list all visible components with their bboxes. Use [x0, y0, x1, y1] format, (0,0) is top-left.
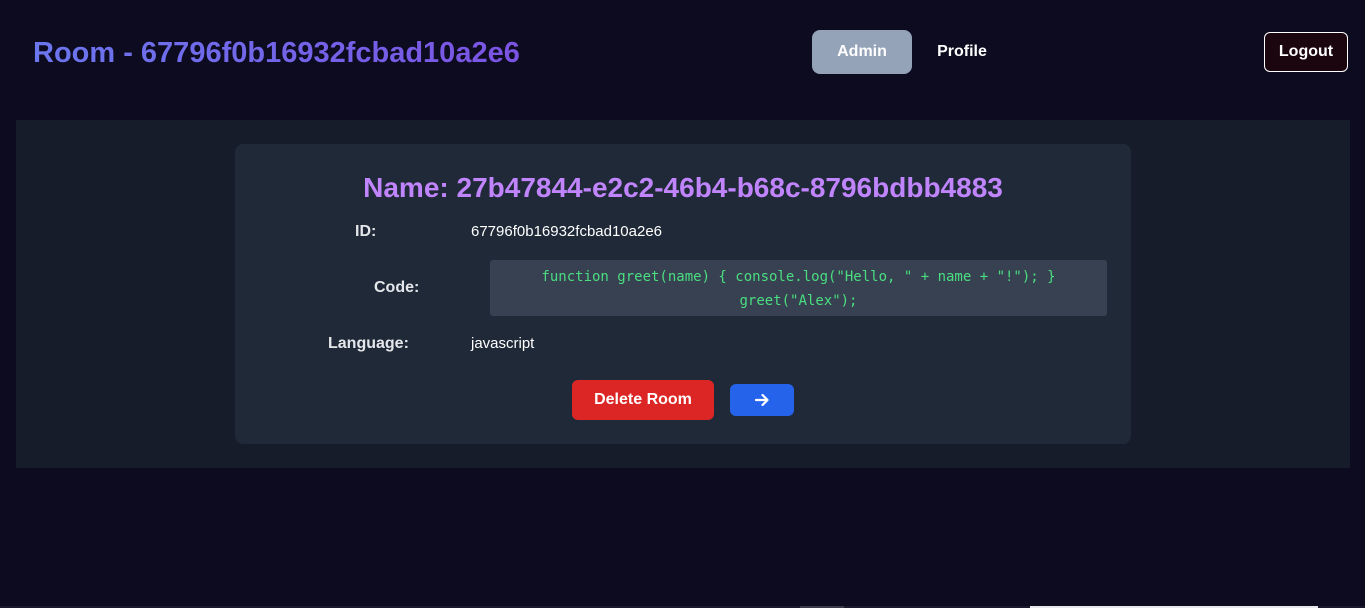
page-title: Room - 67796f0b16932fcbad10a2e6: [33, 34, 520, 72]
delete-room-button[interactable]: Delete Room: [572, 380, 714, 420]
code-line: function greet(name) { console.log("Hell…: [541, 269, 1056, 285]
nav-admin-button[interactable]: Admin: [812, 30, 912, 74]
code-line: greet("Alex");: [739, 293, 858, 309]
id-label: ID:: [355, 223, 377, 240]
logout-button[interactable]: Logout: [1264, 32, 1348, 72]
code-label: Code:: [374, 279, 420, 296]
room-card: Name: 27b47844-e2c2-46b4-b68c-8796bdbb48…: [235, 144, 1131, 444]
language-label: Language:: [328, 335, 409, 352]
nav-profile-link[interactable]: Profile: [922, 30, 1002, 74]
arrow-right-icon: [754, 393, 769, 407]
id-value: 67796f0b16932fcbad10a2e6: [471, 223, 663, 240]
language-value: javascript: [471, 335, 535, 352]
open-room-button[interactable]: [730, 384, 794, 416]
top-header: Room - 67796f0b16932fcbad10a2e6 Admin Pr…: [0, 0, 1365, 106]
code-block: function greet(name) { console.log("Hell…: [490, 260, 1107, 316]
room-name-heading: Name: 27b47844-e2c2-46b4-b68c-8796bdbb48…: [363, 172, 1003, 203]
